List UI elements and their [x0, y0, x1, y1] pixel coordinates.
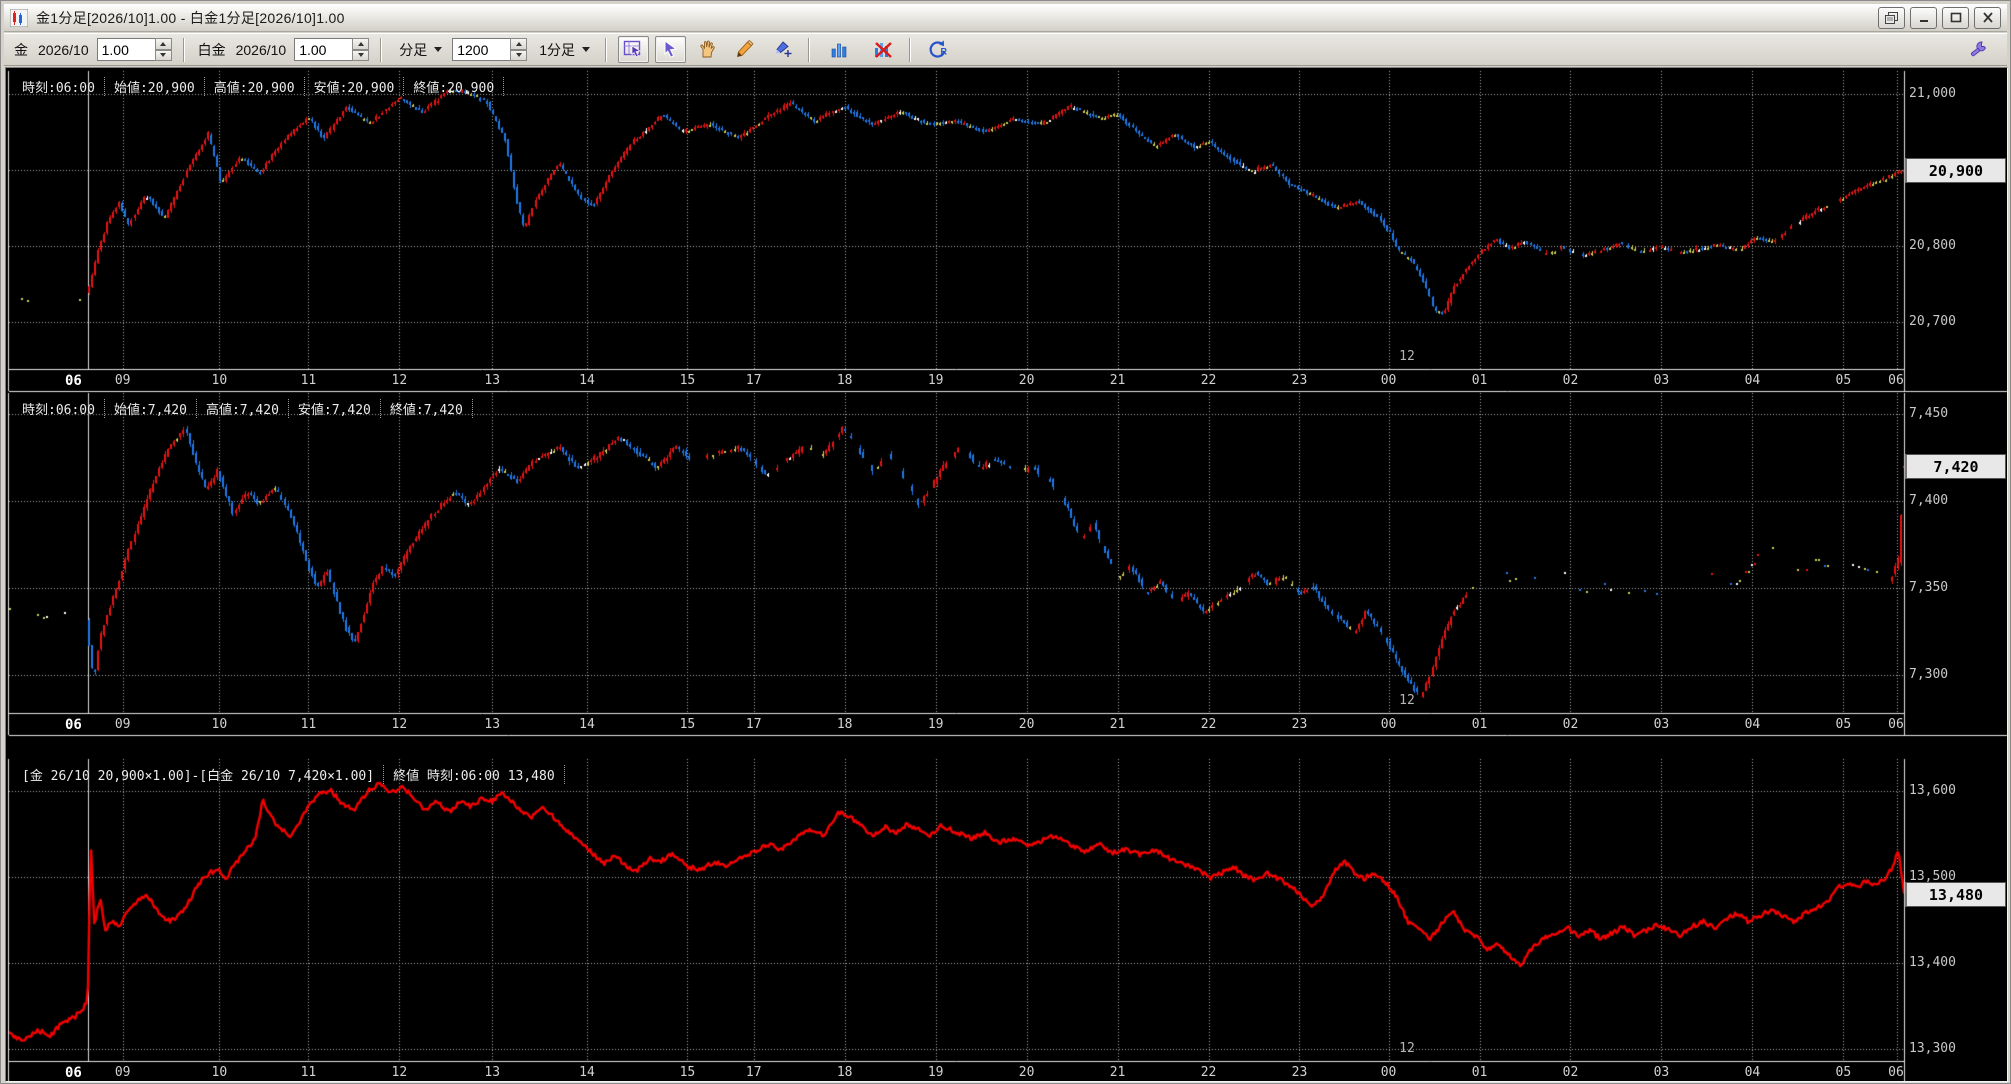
title-bar[interactable]: 金1分足[2026/10]1.00 - 白金1分足[2026/10]1.00 [4, 4, 2007, 32]
toolbar-separator [808, 37, 811, 62]
delete-chart-button[interactable] [867, 36, 898, 63]
pencil-icon [734, 39, 755, 60]
main-toolbar: 金 2026/10 白金 2026/10 分足 1分足 [4, 33, 2007, 66]
bar-count-spin-down-icon[interactable] [510, 49, 528, 61]
highlighter-crosshair-icon [771, 39, 793, 60]
interval-label: 1分足 [539, 41, 576, 58]
refresh-button[interactable]: R [922, 36, 953, 63]
maximize-button[interactable] [1942, 6, 1969, 29]
settings-wrench-button[interactable] [1962, 36, 1993, 63]
bar-type-label: 分足 [399, 41, 428, 58]
gold-ratio-spin-down-icon[interactable] [154, 49, 172, 61]
chart-cursor-button[interactable] [618, 36, 650, 63]
platinum-symbol-label: 白金 [197, 41, 226, 58]
toolbar-separator [182, 37, 185, 62]
pencil-draw-button[interactable] [729, 36, 760, 63]
chart-type-button[interactable] [821, 36, 861, 63]
platinum-ratio-input[interactable] [294, 38, 353, 61]
minimize-button[interactable] [1910, 6, 1937, 29]
app-icon [9, 8, 29, 27]
gold-ratio-input[interactable] [96, 38, 155, 61]
platinum-chart-plot[interactable] [9, 393, 1904, 713]
toolbar-separator [605, 37, 608, 62]
gold-chart-plot[interactable] [9, 71, 1904, 369]
gold-ratio-spin-up-icon[interactable] [154, 38, 172, 50]
bar-count-spin-up-icon[interactable] [510, 38, 528, 50]
bar-type-dropdown[interactable]: 分足 [393, 38, 446, 62]
interval-dropdown[interactable]: 1分足 [533, 38, 594, 62]
chevron-down-icon [434, 47, 443, 52]
platinum-ratio-spin-up-icon[interactable] [352, 38, 370, 50]
bar-count-input[interactable] [452, 38, 511, 61]
svg-text:R: R [940, 47, 947, 57]
chart-cursor-icon [623, 39, 644, 60]
arrow-cursor-icon [660, 39, 681, 60]
hand-pan-icon [697, 39, 718, 60]
hand-pan-button[interactable] [692, 36, 723, 63]
toolbar-separator [380, 37, 383, 62]
delete-chart-icon [872, 39, 894, 60]
close-button[interactable] [1974, 6, 2001, 29]
gold-contract-month: 2026/10 [38, 41, 89, 58]
bar-chart-icon [830, 39, 850, 60]
highlighter-crosshair-button[interactable] [766, 36, 797, 63]
restore-window-button[interactable] [1878, 6, 1905, 29]
wrench-icon [1967, 39, 1989, 61]
platinum-contract-month: 2026/10 [235, 41, 287, 58]
platinum-ratio-spin-down-icon[interactable] [352, 49, 370, 61]
app-window: 金1分足[2026/10]1.00 - 白金1分足[2026/10]1.00 金… [0, 0, 2011, 1084]
window-title: 金1分足[2026/10]1.00 - 白金1分足[2026/10]1.00 [36, 9, 345, 26]
toolbar-separator [909, 37, 912, 62]
gold-symbol-label: 金 [14, 41, 28, 58]
refresh-icon: R [927, 39, 949, 60]
select-arrow-button[interactable] [655, 36, 687, 63]
spread-chart-plot[interactable] [9, 759, 1904, 1061]
chevron-down-icon [582, 47, 591, 52]
